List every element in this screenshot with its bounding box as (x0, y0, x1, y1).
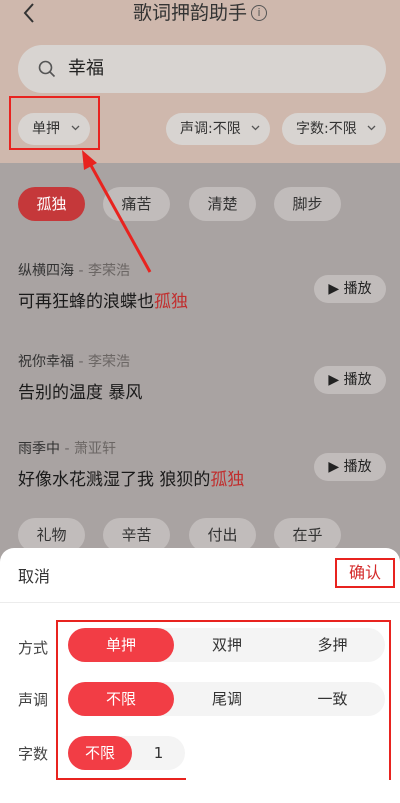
song-artist: 萧亚轩 (73, 441, 116, 457)
count-filter-dropdown[interactable]: 字数:不限 (282, 113, 386, 145)
rhyme-tags-row-2: 礼物 辛苦 付出 在乎 (0, 505, 400, 553)
song-title: 雨季中 (18, 441, 60, 457)
chevron-down-icon (251, 125, 260, 131)
song-item[interactable]: 雨季中 - 萧亚轩 好像水花溅湿了我 狼狈的孤独 ▶ 播放 (0, 421, 400, 515)
tag-item[interactable]: 脚步 (274, 187, 341, 221)
song-artist: 李荣浩 (87, 354, 130, 370)
chevron-down-icon (367, 125, 376, 131)
search-value: 幸福 (68, 58, 104, 79)
header: 歌词押韵助手 i (0, 0, 400, 30)
play-button[interactable]: ▶ 播放 (314, 453, 386, 481)
options-highlight-lower (56, 716, 186, 780)
method-label: 方式 (18, 639, 49, 657)
lyric-highlight: 孤独 (210, 470, 245, 490)
song-meta: 雨季中 - 萧亚轩 (18, 441, 116, 457)
lyric-text: 可再狂蜂的浪蝶也 (18, 292, 154, 312)
tag-item[interactable]: 痛苦 (103, 187, 170, 221)
divider (0, 602, 400, 603)
page-title: 歌词押韵助手 i (0, 0, 400, 26)
song-item[interactable]: 纵横四海 - 李荣浩 可再狂蜂的浪蝶也孤独 ▶ 播放 (0, 243, 400, 337)
tag-item[interactable]: 孤独 (18, 187, 85, 221)
tag-item[interactable]: 在乎 (274, 518, 341, 552)
page-title-text: 歌词押韵助手 (132, 2, 247, 24)
rhyme-tags-row: 孤独 痛苦 清楚 脚步 (0, 163, 400, 243)
tag-item[interactable]: 付出 (189, 518, 256, 552)
rhyme-filter-highlight (9, 96, 100, 150)
tone-filter-label: 声调:不限 (180, 121, 241, 137)
play-label: 播放 (343, 372, 372, 388)
play-button[interactable]: ▶ 播放 (314, 366, 386, 394)
search-input[interactable]: 幸福 (18, 45, 386, 93)
tone-label: 声调 (18, 691, 49, 709)
song-meta: 纵横四海 - 李荣浩 (18, 263, 130, 279)
search-icon (38, 60, 56, 78)
count-label: 字数 (18, 745, 49, 763)
song-lyric: 好像水花溅湿了我 狼狈的孤独 (18, 468, 244, 492)
confirm-button[interactable]: 确认 (335, 558, 395, 588)
play-button[interactable]: ▶ 播放 (314, 275, 386, 303)
lyric-text: 告别的温度 暴风 (18, 383, 143, 403)
tag-item[interactable]: 清楚 (189, 187, 256, 221)
song-artist: 李荣浩 (87, 263, 130, 279)
play-label: 播放 (343, 281, 372, 297)
lyric-highlight: 孤独 (154, 292, 188, 312)
tone-filter-dropdown[interactable]: 声调:不限 (166, 113, 270, 145)
tag-item[interactable]: 礼物 (18, 518, 85, 552)
song-item[interactable]: 祝你幸福 - 李荣浩 告别的温度 暴风 ▶ 播放 (0, 334, 400, 428)
tag-item[interactable]: 辛苦 (103, 518, 170, 552)
song-lyric: 可再狂蜂的浪蝶也孤独 (18, 290, 188, 314)
song-lyric: 告别的温度 暴风 (18, 381, 142, 405)
song-meta: 祝你幸福 - 李荣浩 (18, 354, 130, 370)
lyric-text: 好像水花溅湿了我 狼狈的 (18, 470, 211, 490)
play-label: 播放 (343, 459, 372, 475)
song-title: 祝你幸福 (18, 354, 74, 370)
cancel-button[interactable]: 取消 (18, 566, 50, 588)
info-icon[interactable]: i (251, 5, 267, 21)
count-filter-label: 字数:不限 (296, 121, 357, 137)
song-title: 纵横四海 (18, 263, 74, 279)
